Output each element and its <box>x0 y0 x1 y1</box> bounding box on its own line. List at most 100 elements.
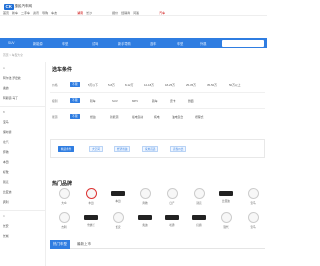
sidebar-item[interactable]: 比亚迪 <box>3 190 11 194</box>
brand-item[interactable]: 长安 <box>108 212 128 229</box>
filter-option[interactable]: 5-8万 <box>108 83 115 87</box>
brand-item[interactable]: 丰田 <box>81 188 101 205</box>
brand-item[interactable]: 吉利 <box>54 212 74 229</box>
sidebar-item[interactable]: 宾利 <box>3 200 9 204</box>
honda-logo-icon <box>111 191 125 196</box>
sidebar-item[interactable]: 别克 <box>3 180 9 184</box>
sidebar-letter: C <box>3 214 6 218</box>
logo-mark: CK <box>4 3 14 10</box>
filter-option[interactable]: 12-18万 <box>144 83 154 87</box>
sidebar-item[interactable]: 奥迪 <box>3 86 9 90</box>
right-link[interactable]: 经销商 <box>121 11 130 15</box>
brand-item[interactable]: 宝马 <box>243 188 263 205</box>
filter-option[interactable]: 新能源 <box>110 115 118 119</box>
brand-item[interactable]: 本田 <box>108 188 128 203</box>
nav-item[interactable]: 车型 <box>62 41 68 46</box>
sidebar-letter: A <box>3 66 5 70</box>
nav-item[interactable]: 车型 <box>177 41 183 46</box>
filter-option[interactable]: 纯电 <box>154 115 160 119</box>
top-link[interactable]: 二手车 <box>21 11 30 15</box>
sidebar-item[interactable]: 标致 <box>3 170 9 174</box>
site-logo[interactable]: CK 惠民汽车网 <box>4 3 32 10</box>
city-link[interactable]: 长沙 <box>86 11 92 15</box>
nav-item[interactable]: 外观 <box>200 41 206 46</box>
hyundai-logo-icon <box>220 212 232 223</box>
filter-selected-chip[interactable]: 不限 <box>70 98 80 103</box>
filter-option[interactable]: 50万以上 <box>229 83 241 87</box>
nav-item[interactable]: 新能源 <box>33 41 43 46</box>
quick-tag[interactable]: 精选条件 <box>58 146 75 152</box>
brand-item[interactable]: 大众 <box>54 188 74 205</box>
filter-option[interactable]: 油电混合 <box>172 115 183 119</box>
brand-name: 现代 <box>223 225 229 229</box>
top-link[interactable]: 资讯 <box>33 11 39 15</box>
sidebar-item[interactable]: 本田 <box>3 160 9 164</box>
brand-name: 吉利 <box>61 225 67 229</box>
brand-name: 哈弗 <box>169 224 175 227</box>
sidebar-item[interactable]: 宝马 <box>3 120 9 124</box>
brand-item[interactable]: 日产 <box>162 188 182 205</box>
nav-item[interactable]: 试驾 <box>92 41 98 46</box>
nav-item[interactable]: SUV <box>8 41 15 45</box>
right-link[interactable]: 问答 <box>133 11 139 15</box>
brand-item[interactable]: 别克 <box>189 188 209 205</box>
bmw2-logo-icon <box>247 212 259 223</box>
nav-search-input[interactable] <box>222 39 264 47</box>
brand-item[interactable]: 红旗 <box>189 212 209 227</box>
brand-item[interactable]: 雪佛兰 <box>81 212 101 227</box>
nav-item[interactable]: 新手导购 <box>118 41 131 46</box>
filter-option[interactable]: 18-25万 <box>165 83 175 87</box>
brand-item[interactable]: 比亚迪 <box>216 188 236 203</box>
brand-item[interactable]: 哈弗 <box>162 212 182 227</box>
filter-option[interactable]: 轿车 <box>90 99 96 103</box>
quick-tag-box: 精选条件 大空间 经济省油 家用首选 高性价比 <box>50 139 265 158</box>
city-link[interactable]: 湖南 <box>77 11 83 15</box>
filter-selected-chip[interactable]: 不限 <box>70 82 80 87</box>
filter-option[interactable]: 皮卡 <box>170 99 176 103</box>
sidebar-item[interactable]: 阿尔法·罗密欧 <box>3 76 21 80</box>
brand-item[interactable]: 奔驰 <box>135 188 155 205</box>
filter-option[interactable]: MPV <box>132 99 138 103</box>
changan-logo-icon <box>112 212 124 223</box>
filter-option[interactable]: 跑车 <box>152 99 158 103</box>
brand-name: 日产 <box>169 201 175 205</box>
brand-name: 红旗 <box>196 224 202 227</box>
filter-selected-chip[interactable]: 不限 <box>70 114 80 119</box>
sidebar-item[interactable]: 长城 <box>3 234 9 238</box>
sidebar-letter: B <box>3 110 5 114</box>
tab-hot-models[interactable]: 热门车型 <box>50 240 70 249</box>
filter-option[interactable]: 微面 <box>188 99 194 103</box>
sidebar-item[interactable]: 北汽 <box>3 140 9 144</box>
quick-tag[interactable]: 家用首选 <box>142 146 159 152</box>
quick-tag[interactable]: 高性价比 <box>170 146 187 152</box>
brand-name: 雪佛兰 <box>87 224 95 227</box>
filter-option[interactable]: 插电混动 <box>132 115 143 119</box>
filter-option[interactable]: 8-12万 <box>125 83 133 87</box>
bmw-logo-icon <box>247 188 259 199</box>
hongqi-logo-icon <box>192 215 206 220</box>
filter-option[interactable]: 增程式 <box>195 115 203 119</box>
brand-item[interactable]: 奥迪 <box>135 212 155 227</box>
sidebar-item[interactable]: 保时捷 <box>3 130 11 134</box>
nav-item[interactable]: 选车 <box>150 41 156 46</box>
filter-option[interactable]: 35-50万 <box>207 83 217 87</box>
buick-logo-icon <box>193 188 205 199</box>
top-link[interactable]: 新车 <box>12 11 18 15</box>
top-link[interactable]: 车友 <box>51 11 57 15</box>
filter-option[interactable]: 燃油 <box>90 115 96 119</box>
filter-option[interactable]: SUV <box>112 99 118 103</box>
filter-option[interactable]: 25-35万 <box>186 83 196 87</box>
top-link[interactable]: 首页 <box>3 11 9 15</box>
top-link[interactable]: 导购 <box>42 11 48 15</box>
filter-option[interactable]: 5万以下 <box>88 83 98 87</box>
right-link[interactable]: 报价 <box>112 11 118 15</box>
quick-tag[interactable]: 大空间 <box>89 146 103 152</box>
sidebar-item[interactable]: 阿斯顿·马丁 <box>3 96 18 100</box>
sidebar-item[interactable]: 奔驰 <box>3 150 9 154</box>
sidebar-item[interactable]: 长安 <box>3 224 9 228</box>
brand-item[interactable]: 宝马 <box>243 212 263 229</box>
main-nav: SUV 新能源 车型 试驾 新手导购 选车 车型 外观 <box>0 38 267 48</box>
tab-new-models[interactable]: 最新上市 <box>74 240 94 249</box>
brand-item[interactable]: 现代 <box>216 212 236 229</box>
quick-tag[interactable]: 经济省油 <box>114 146 131 152</box>
